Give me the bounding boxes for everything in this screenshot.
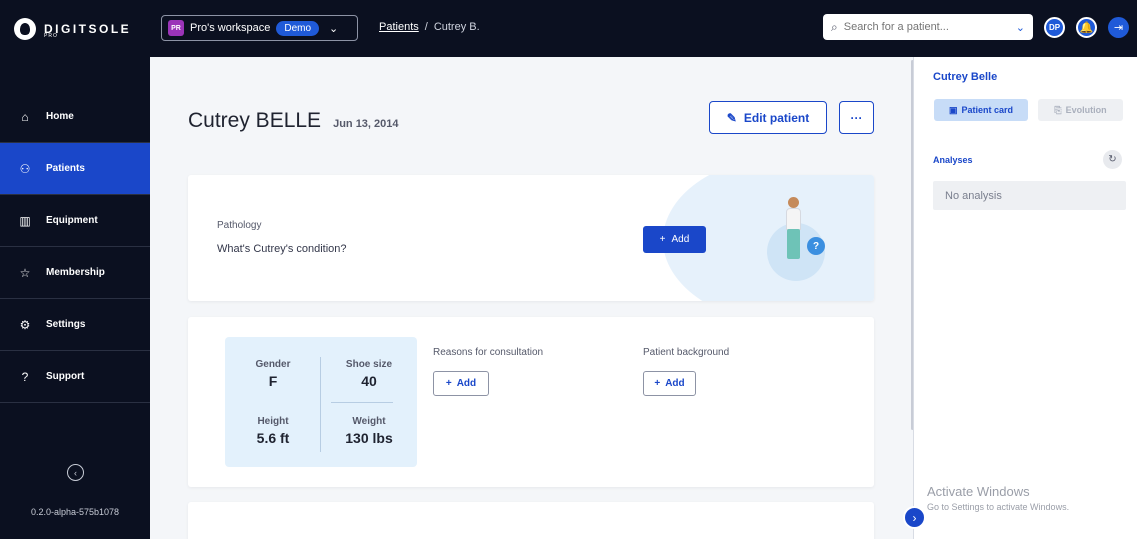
patient-info-card: Gender F Shoe size 40 Height 5.6 ft Weig… <box>188 317 874 487</box>
stat-value: 5.6 ft <box>256 430 290 446</box>
patient-stats-box: Gender F Shoe size 40 Height 5.6 ft Weig… <box>225 337 417 467</box>
stat-value: 130 lbs <box>345 430 393 446</box>
sidebar-item-label: Support <box>46 371 85 382</box>
logout-icon[interactable]: ⇥ <box>1108 17 1129 38</box>
edit-patient-label: Edit patient <box>743 110 810 125</box>
sidebar-item-settings[interactable]: ⚙ Settings <box>0 299 150 351</box>
chevron-down-icon: ⌄ <box>329 22 339 35</box>
next-section-card <box>188 502 874 539</box>
sidebar-item-patients[interactable]: ⚇ Patients <box>0 143 150 195</box>
workspace-name: Pro's workspace <box>190 22 271 34</box>
main-content: Cutrey BELLE Jun 13, 2014 ✎ Edit patient… <box>150 57 913 539</box>
notification-bell-icon[interactable]: 🔔 <box>1076 17 1097 38</box>
add-pathology-label: Add <box>671 234 690 245</box>
user-avatar[interactable]: DP <box>1044 17 1065 38</box>
patient-side-panel: Cutrey Belle ▣ Patient card ⎘ Evolution … <box>914 57 1137 539</box>
collapse-sidebar-icon[interactable]: ‹ <box>67 464 84 481</box>
brand-logo[interactable]: DIGITSOLE PRO <box>14 18 131 40</box>
digitsole-logo-icon <box>14 18 36 40</box>
chevron-down-icon[interactable]: ⌄ <box>1016 21 1025 34</box>
pathology-question: What's Cutrey's condition? <box>217 243 347 255</box>
workspace-badge: PR <box>168 20 184 36</box>
stat-gender: Gender F <box>225 359 321 389</box>
stat-value: 40 <box>361 373 377 389</box>
panel-patient-name: Cutrey Belle <box>933 71 998 83</box>
card-icon: ▣ <box>948 104 958 115</box>
toolbox-icon: ▥ <box>19 213 31 228</box>
plus-icon: + <box>659 234 666 245</box>
stat-shoe-size: Shoe size 40 <box>321 359 417 389</box>
top-bar: DIGITSOLE PRO PR Pro's workspace Demo ⌄ … <box>0 0 1137 57</box>
breadcrumb-patients-link[interactable]: Patients <box>379 21 419 33</box>
sidebar-item-home[interactable]: ⌂ Home <box>0 91 150 143</box>
stat-weight: Weight 130 lbs <box>321 416 417 446</box>
tab-evolution[interactable]: ⎘ Evolution <box>1038 99 1123 121</box>
stat-label: Weight <box>352 416 386 427</box>
stat-height: Height 5.6 ft <box>225 416 321 446</box>
analyses-heading: Analyses <box>933 155 973 165</box>
add-background-label: Add <box>665 378 685 389</box>
patient-search[interactable]: ⌕ ⌄ <box>823 14 1033 40</box>
patient-illustration: ? <box>765 195 835 281</box>
evolution-icon: ⎘ <box>1054 104 1062 115</box>
sidebar-item-support[interactable]: ? Support <box>0 351 150 403</box>
sidebar-item-label: Home <box>46 111 74 122</box>
sidebar: ⌂ Home ⚇ Patients ▥ Equipment ☆ Membersh… <box>0 57 150 539</box>
stat-value: F <box>268 373 278 389</box>
plus-icon: + <box>654 378 661 389</box>
sidebar-item-membership[interactable]: ☆ Membership <box>0 247 150 299</box>
sidebar-item-label: Membership <box>46 267 105 278</box>
add-pathology-button[interactable]: + Add <box>643 226 706 253</box>
breadcrumb-current: Cutrey B. <box>433 21 480 33</box>
patient-header: Cutrey BELLE Jun 13, 2014 <box>188 109 399 133</box>
sidebar-item-equipment[interactable]: ▥ Equipment <box>0 195 150 247</box>
tab-label: Patient card <box>961 105 1014 115</box>
activate-windows-title: Activate Windows <box>927 484 1030 499</box>
help-icon: ? <box>21 369 29 384</box>
edit-patient-button[interactable]: ✎ Edit patient <box>709 101 827 134</box>
search-icon: ⌕ <box>831 19 838 34</box>
no-analysis-message: No analysis <box>933 181 1126 210</box>
pathology-label: Pathology <box>217 220 262 231</box>
add-background-button[interactable]: + Add <box>643 371 696 396</box>
tab-label: Evolution <box>1065 105 1107 115</box>
pencil-icon: ✎ <box>726 110 737 125</box>
stats-divider-horizontal <box>331 402 393 403</box>
page-title: Cutrey BELLE <box>188 109 322 132</box>
app-version: 0.2.0-alpha-575b1078 <box>30 507 120 517</box>
stat-label: Gender <box>255 359 291 370</box>
gear-icon: ⚙ <box>19 317 31 332</box>
question-mark-icon: ? <box>807 237 825 255</box>
illustration-head <box>788 197 799 208</box>
activate-windows-subtitle: Go to Settings to activate Windows. <box>927 502 1070 512</box>
people-icon: ⚇ <box>19 161 31 176</box>
demo-badge: Demo <box>276 20 320 36</box>
pathology-card: Pathology What's Cutrey's condition? + A… <box>188 175 874 301</box>
plus-icon: + <box>445 378 452 389</box>
refresh-icon[interactable]: ↻ <box>1103 150 1122 169</box>
breadcrumb-separator: / <box>424 21 428 33</box>
search-input[interactable] <box>843 21 984 33</box>
background-label: Patient background <box>643 347 730 358</box>
more-options-button[interactable]: ··· <box>839 101 874 134</box>
reasons-label: Reasons for consultation <box>433 347 544 358</box>
illustration-body <box>786 208 801 230</box>
sidebar-item-label: Settings <box>46 319 86 330</box>
tab-patient-card[interactable]: ▣ Patient card <box>934 99 1028 121</box>
workspace-selector[interactable]: PR Pro's workspace Demo ⌄ <box>161 15 358 41</box>
brand-sub: PRO <box>44 33 58 39</box>
sidebar-item-label: Patients <box>46 163 85 174</box>
stat-label: Height <box>257 416 289 427</box>
home-icon: ⌂ <box>21 109 29 124</box>
expand-panel-chevron-icon[interactable]: › <box>903 506 926 529</box>
add-reason-label: Add <box>456 378 477 389</box>
star-icon: ☆ <box>19 265 31 280</box>
add-reason-button[interactable]: + Add <box>433 371 489 396</box>
sidebar-item-label: Equipment <box>46 215 98 226</box>
stat-label: Shoe size <box>345 359 393 370</box>
breadcrumb: Patients / Cutrey B. <box>379 21 480 33</box>
illustration-legs <box>787 229 800 259</box>
patient-birthdate: Jun 13, 2014 <box>333 118 399 130</box>
